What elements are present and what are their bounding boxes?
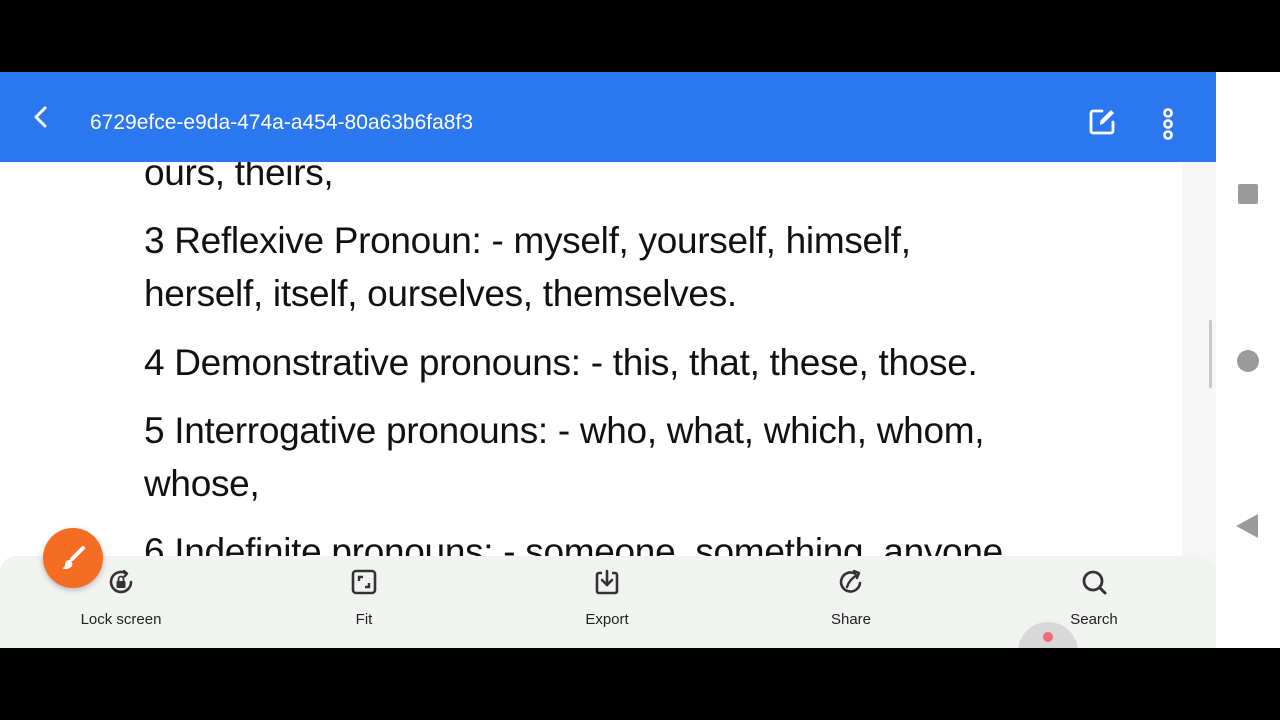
app-screen: 6729efce-e9da-474a-a454-80a63b6fa8f3 our…	[0, 72, 1280, 648]
document-line: 5 Interrogative pronouns: - who, what, w…	[144, 410, 985, 451]
lock-screen-icon	[109, 569, 133, 594]
share-icon	[839, 569, 862, 593]
share-label: Share	[830, 611, 872, 628]
more-options-icon[interactable]	[1156, 108, 1180, 140]
back-arrow-icon[interactable]	[26, 102, 56, 132]
edit-icon[interactable]	[1086, 106, 1118, 138]
export-icon	[595, 569, 619, 595]
system-back-icon[interactable]	[1236, 514, 1258, 538]
lock-screen-label: Lock screen	[80, 611, 162, 628]
fit-button[interactable]: Fit	[284, 556, 444, 648]
fit-icon	[351, 569, 377, 595]
document-content: ours, theirs, 3 Reflexive Pronoun: - mys…	[0, 162, 1182, 556]
home-icon[interactable]	[1237, 350, 1259, 372]
document-line: whose,	[144, 463, 260, 504]
search-icon	[1082, 570, 1107, 595]
scrollbar-thumb[interactable]	[1209, 320, 1212, 388]
annotate-fab-button[interactable]	[43, 528, 103, 588]
brush-icon	[62, 546, 85, 570]
record-dot-icon	[1043, 632, 1053, 642]
recent-apps-icon[interactable]	[1238, 184, 1258, 204]
document-title: 6729efce-e9da-474a-a454-80a63b6fa8f3	[90, 111, 473, 134]
app-bar: 6729efce-e9da-474a-a454-80a63b6fa8f3	[0, 72, 1216, 162]
document-line: 3 Reflexive Pronoun: - myself, yourself,…	[144, 220, 911, 261]
document-line: ours, theirs,	[144, 162, 334, 193]
document-line: 4 Demonstrative pronouns: - this, that, …	[144, 342, 978, 383]
export-label: Export	[585, 611, 629, 628]
document-line: herself, itself, ourselves, themselves.	[144, 273, 737, 314]
export-button[interactable]: Export	[527, 556, 687, 648]
document-line: 6 Indefinite pronouns: - someone, someth…	[144, 531, 1013, 556]
fit-label: Fit	[355, 611, 373, 628]
share-button[interactable]: Share	[771, 556, 931, 648]
